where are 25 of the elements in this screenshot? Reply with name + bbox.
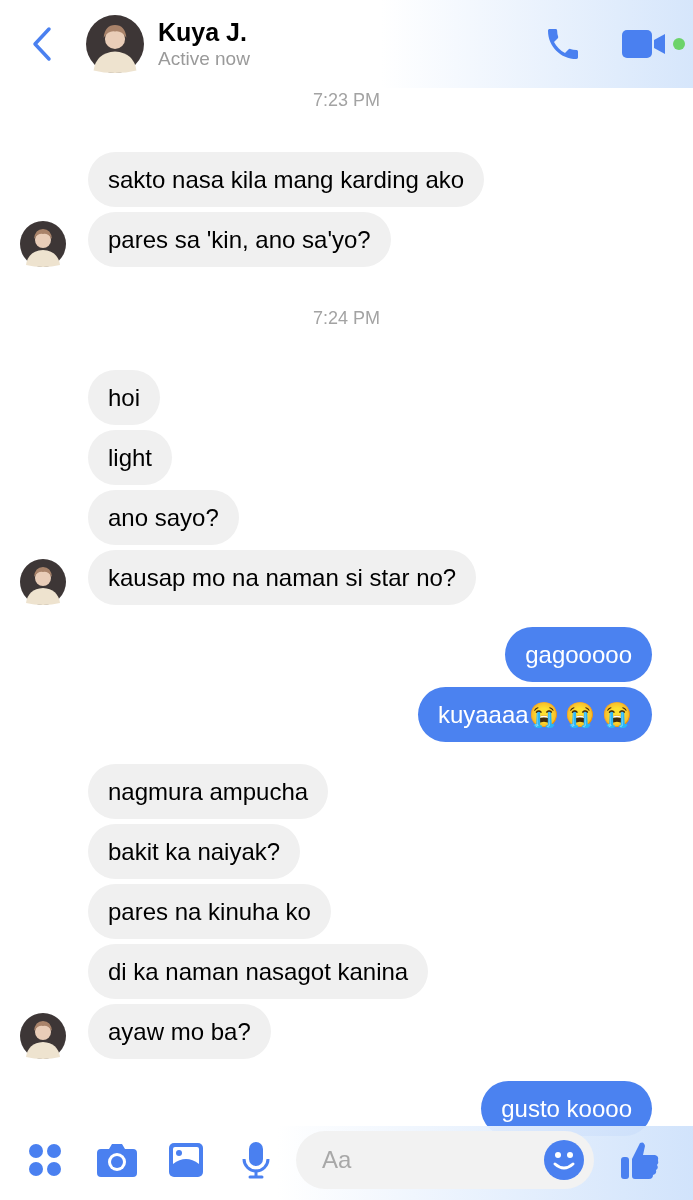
message-input[interactable]: Aa	[296, 1131, 594, 1189]
active-status: Active now	[158, 47, 250, 71]
contact-name: Kuya J.	[158, 17, 248, 47]
message-bubble: kausap mo na naman si star no?	[88, 550, 477, 605]
emoji-icon[interactable]	[544, 1140, 584, 1180]
message-bubble: di ka naman nasagot kanina	[88, 944, 429, 999]
timestamp: 7:24 PM	[312, 306, 380, 330]
message-bubble: ano sayo?	[88, 490, 239, 545]
camera-icon[interactable]	[96, 1142, 138, 1178]
message-bubble: gagooooo	[505, 627, 652, 682]
image-icon[interactable]	[168, 1142, 204, 1178]
message-bubble: bakit ka naiyak?	[88, 824, 301, 879]
microphone-icon[interactable]	[242, 1141, 270, 1179]
message-bubble: light	[88, 430, 173, 485]
message-bubble: pares na kinuha ko	[88, 884, 331, 939]
message-bubble: pares sa 'kin, ano sa'yo?	[88, 212, 391, 267]
video-camera-icon[interactable]	[621, 29, 667, 59]
message-bubble: kuyaaaa😭 😭 😭	[417, 687, 652, 742]
message-bubble: hoi	[88, 370, 161, 425]
message-bubble: sakto nasa kila mang karding ako	[88, 152, 485, 207]
message-bubble: nagmura ampucha	[88, 764, 329, 819]
timestamp: 7:23 PM	[312, 88, 380, 112]
avatar	[86, 15, 144, 73]
apps-icon[interactable]	[28, 1143, 62, 1177]
message-bubble: ayaw mo ba?	[88, 1004, 271, 1059]
